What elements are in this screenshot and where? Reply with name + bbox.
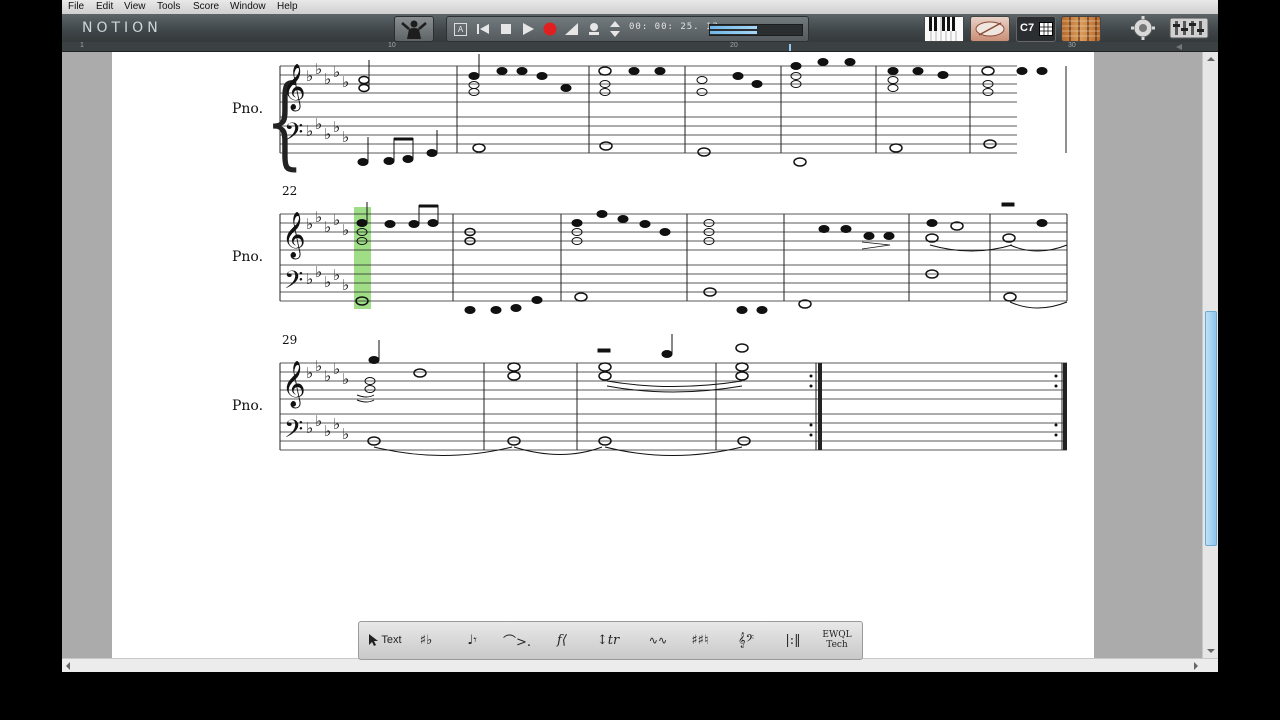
- svg-text:♭: ♭: [315, 60, 322, 78]
- accidentals-tool-button[interactable]: ♯♭: [411, 628, 441, 652]
- svg-text:♭: ♭: [315, 357, 322, 375]
- fretboard-button[interactable]: [1061, 16, 1101, 42]
- svg-text:♭: ♭: [333, 63, 340, 81]
- svg-text:♭: ♭: [306, 215, 313, 233]
- svg-text:♭: ♭: [315, 263, 322, 281]
- menu-file[interactable]: File: [68, 1, 84, 12]
- svg-text:𝄢: 𝄢: [284, 415, 303, 450]
- system-2: 22 𝄞 𝄢 ♭ ♭♭ ♭♭ ♭ ♭♭ ♭♭ Pno.: [232, 184, 1068, 314]
- menu-view[interactable]: View: [124, 1, 146, 12]
- measure-number-22: 22: [282, 184, 297, 198]
- svg-text:♭: ♭: [324, 422, 331, 440]
- record-icon[interactable]: [542, 21, 558, 37]
- svg-text:♭: ♭: [315, 412, 322, 430]
- svg-text:♭: ♭: [324, 125, 331, 143]
- svg-text:♭: ♭: [333, 360, 340, 378]
- menu-edit[interactable]: Edit: [96, 1, 113, 12]
- chord-grid-icon: [1039, 22, 1053, 36]
- instrument-label: Pno.: [232, 249, 263, 265]
- measure-number-29: 29: [282, 333, 297, 347]
- system-3: 29 𝄞 𝄢 ♭ ♭♭ ♭♭ ♭ ♭♭ ♭♭ Pno.: [232, 333, 1067, 456]
- chord-label: C7: [1020, 22, 1035, 34]
- svg-text:♭: ♭: [306, 67, 313, 85]
- clef-tool-button[interactable]: 𝄞𝄢: [729, 628, 763, 652]
- a-button[interactable]: A: [454, 23, 467, 36]
- system-1: { 𝄞 𝄢 ♭ ♭♭ ♭♭ ♭ ♭♭ ♭♭ Pno.: [232, 54, 1067, 180]
- svg-text:♭: ♭: [333, 118, 340, 136]
- conductor-button[interactable]: [394, 16, 434, 42]
- vertical-scroll-thumb[interactable]: [1205, 311, 1217, 546]
- bass-clef-icon: 𝄢: [284, 118, 303, 153]
- gear-icon: [1131, 16, 1155, 40]
- svg-text:♭: ♭: [342, 221, 349, 239]
- barline-tool-button[interactable]: |:‖: [779, 628, 807, 652]
- score-page[interactable]: ♭ { 𝄞 𝄢 ♭♭♭♭♭ ♭♭♭♭♭: [112, 52, 1094, 658]
- drum-pad-icon: [975, 21, 1005, 37]
- tempo-updown-icon[interactable]: [607, 21, 623, 37]
- svg-text:♭: ♭: [306, 122, 313, 140]
- svg-text:𝄢: 𝄢: [284, 266, 303, 301]
- svg-text:♭: ♭: [324, 367, 331, 385]
- text-tool-button[interactable]: Text: [365, 628, 405, 652]
- mixer-faders-icon: [1169, 17, 1209, 39]
- menu-tools[interactable]: Tools: [157, 1, 180, 12]
- drum-pad-button[interactable]: [970, 16, 1010, 42]
- svg-text:♭: ♭: [315, 115, 322, 133]
- svg-text:♭: ♭: [333, 211, 340, 229]
- articulations-tool-button[interactable]: ⌒>.: [499, 628, 535, 652]
- play-icon[interactable]: [520, 21, 536, 37]
- ewql-tech-button[interactable]: EWQL Tech: [817, 628, 857, 652]
- svg-text:♭: ♭: [315, 208, 322, 226]
- treble-clef-icon: 𝄞: [282, 64, 306, 112]
- svg-text:♭: ♭: [324, 70, 331, 88]
- svg-text:♭: ♭: [324, 273, 331, 291]
- menu-bar: File Edit View Tools Score Window Help: [62, 0, 1218, 15]
- vertical-scrollbar[interactable]: [1202, 52, 1218, 658]
- svg-text:♭: ♭: [342, 128, 349, 146]
- keyboard-button[interactable]: [924, 16, 964, 42]
- stop-icon[interactable]: [498, 21, 514, 37]
- svg-text:♭: ♭: [306, 364, 313, 382]
- svg-text:♭: ♭: [333, 266, 340, 284]
- cursor-arrow-icon: [369, 634, 379, 646]
- instrument-label: Pno.: [232, 398, 263, 414]
- notion-window: File Edit View Tools Score Window Help N…: [62, 0, 1218, 672]
- mixer-button[interactable]: [1169, 16, 1209, 40]
- level-meter: [709, 24, 803, 36]
- menu-window[interactable]: Window: [230, 1, 266, 12]
- transport-bar: A 00: 00: 25. 13: [446, 16, 809, 42]
- menu-help[interactable]: Help: [277, 1, 298, 12]
- timecode-display: 00: 00: 25. 13: [629, 22, 719, 32]
- timeline-ruler[interactable]: 1 10 20 30: [62, 42, 1218, 52]
- horizontal-scrollbar[interactable]: [62, 658, 1218, 672]
- dynamics-tool-button[interactable]: f⟨: [545, 628, 579, 652]
- svg-text:♭: ♭: [306, 270, 313, 288]
- svg-text:𝄞: 𝄞: [282, 361, 306, 409]
- key-signature-tool-button[interactable]: ♯♯♮: [683, 628, 717, 652]
- svg-text:♭: ♭: [342, 73, 349, 91]
- svg-text:♭: ♭: [342, 370, 349, 388]
- piano-keyboard-icon: [925, 17, 963, 41]
- menu-score[interactable]: Score: [193, 1, 219, 12]
- svg-text:♭: ♭: [306, 419, 313, 437]
- app-logo: NOTION: [82, 20, 162, 36]
- ornaments-tool-button[interactable]: ↕tr: [591, 628, 625, 652]
- rewind-icon[interactable]: [475, 21, 491, 37]
- metronome-icon[interactable]: [586, 21, 602, 37]
- tool-palette: Text ♯♭ ♩𝄾 ⌒>. f⟨ ↕tr ∿∿ ♯♯♮ 𝄞𝄢 |:‖ EWQL…: [358, 621, 863, 660]
- mixer-room-button[interactable]: [1124, 16, 1162, 40]
- svg-text:♭: ♭: [324, 218, 331, 236]
- svg-text:♭: ♭: [342, 276, 349, 294]
- volume-icon[interactable]: [564, 21, 580, 37]
- chord-button[interactable]: C7: [1016, 16, 1056, 42]
- svg-text:♭: ♭: [333, 415, 340, 433]
- svg-text:𝄞: 𝄞: [282, 212, 306, 260]
- svg-text:♭: ♭: [342, 425, 349, 443]
- instrument-label: Pno.: [232, 101, 263, 117]
- guitar-fretboard-icon: [1062, 17, 1100, 41]
- guitar-effects-tool-button[interactable]: ∿∿: [641, 628, 675, 652]
- conductor-icon: [401, 20, 427, 39]
- notes-rests-tool-button[interactable]: ♩𝄾: [457, 628, 487, 652]
